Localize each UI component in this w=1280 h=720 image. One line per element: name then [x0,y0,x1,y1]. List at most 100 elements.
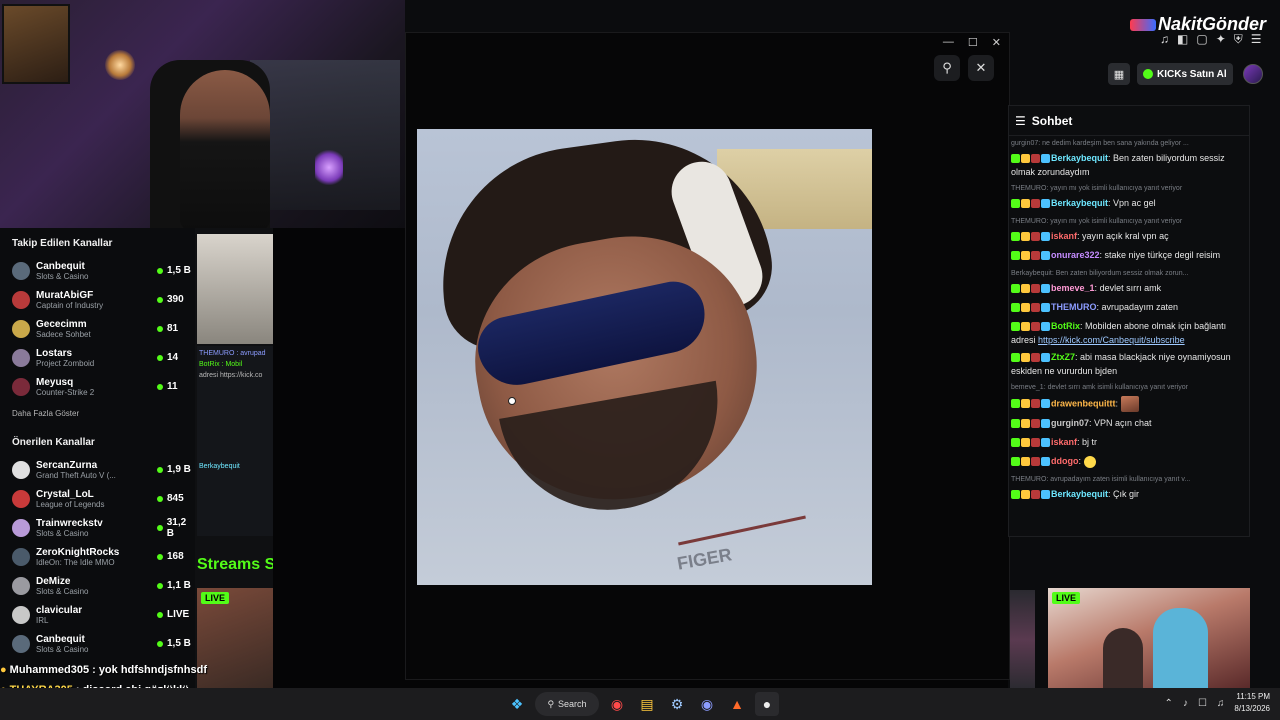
chat-username[interactable]: iskanf [1051,437,1077,447]
chat-username[interactable]: bemeve_1 [1051,283,1095,293]
channel-category: Slots & Casino [36,586,89,596]
channel-row[interactable]: Canbequit Slots & Casino 1,5 B [0,629,195,658]
close-viewer-button[interactable]: ✕ [968,55,994,81]
start-button[interactable]: ❖ [505,692,529,716]
buy-kicks-button[interactable]: KICKs Satın Al [1137,63,1233,85]
channel-text: DeMize Slots & Casino [36,576,157,596]
chat-username[interactable]: ddogo [1051,456,1079,466]
close-window-icon[interactable]: ✕ [992,36,1001,49]
zoom-in-icon: ⚲ [942,60,952,75]
chat-username[interactable]: Berkaybequit [1051,153,1108,163]
volume-icon[interactable]: ♫ [1217,698,1225,709]
badge-icon [1041,232,1050,241]
sidebar-icon[interactable]: ◧ [1177,32,1188,47]
badge-icon [1011,251,1020,260]
wallet-icon[interactable]: ▢ [1196,32,1207,47]
channel-row[interactable]: Lostars Project Zomboid 14 [0,343,195,372]
chat-username[interactable]: BotRix [1051,321,1080,331]
chat-username[interactable]: onurare322 [1051,250,1100,260]
channel-row[interactable]: Crystal_LoL League of Legends 845 [0,484,195,513]
minimize-icon[interactable]: — [943,36,954,48]
reply-context: bemeve_1: devlet sırrı amk isimli kullan… [1011,384,1189,391]
chat-username[interactable]: iskanf [1051,231,1077,241]
live-dot-icon [157,524,163,531]
sparkle-icon[interactable]: ✦ [1216,32,1226,47]
viewer-count-value: 14 [167,352,179,363]
badge-icon [1021,399,1030,409]
stream-thumbnail[interactable] [197,234,273,344]
layout-button[interactable]: ▦ [1108,63,1130,85]
user-avatar[interactable] [1243,64,1263,84]
chat-username[interactable]: gurgin07 [1051,418,1089,428]
file-explorer-icon[interactable]: ▤ [635,692,659,716]
user-badges [1011,399,1051,411]
channel-name: MuratAbiGF [36,289,94,301]
badge-icon [1031,303,1040,312]
live-dot-icon [157,611,163,618]
music-icon[interactable]: ♫ [1160,32,1169,47]
brave-icon[interactable]: ▲ [725,692,749,716]
channel-row[interactable]: Gececimm Sadece Sohbet 81 [0,314,195,343]
maximize-icon[interactable]: ☐ [968,36,978,49]
channel-row[interactable]: Canbequit Slots & Casino 1,5 B [0,256,195,285]
chat-username[interactable]: Berkaybequit [1051,198,1108,208]
channel-row[interactable]: SercanZurna Grand Theft Auto V (... 1,9 B [0,455,195,484]
show-more-link[interactable]: Daha Fazla Göster [0,401,195,427]
badge-icon [1031,199,1040,208]
live-stream-thumbnail-right[interactable]: LIVE [1048,588,1250,688]
channel-text: ZeroKnightRocks IdleOn: The Idle MMO [36,547,157,567]
purple-light [315,150,343,185]
browser-extension-icons: ♫ ◧ ▢ ✦ ⛨ ☰ [1160,32,1262,47]
chat-username[interactable]: ZtxZ7 [1051,352,1075,362]
mini-chat-line: adresi https://kick.co [199,372,263,379]
badge-icon [1031,457,1040,466]
discord-icon[interactable]: ◉ [695,692,719,716]
chat-username[interactable]: drawenbequittt [1051,398,1116,408]
obs-icon[interactable]: ● [755,692,779,716]
badge-icon [1021,419,1030,428]
live-dot-icon [157,267,163,274]
channel-row[interactable]: DeMize Slots & Casino 1,1 B [0,571,195,600]
channel-avatar [12,605,30,624]
taskbar-search[interactable]: ⚲ Search [535,692,599,716]
microphone-icon[interactable]: ♪ [1183,698,1188,709]
channel-row[interactable]: Trainwreckstv Slots & Casino 31,2 B [0,513,195,542]
user-badges [1011,322,1051,334]
live-dot-icon [157,325,163,332]
badge-icon [1011,399,1020,409]
app-icon-red[interactable]: ◉ [605,692,629,716]
chat-link[interactable]: https://kick.com/Canbequit/subscribe [1038,335,1185,345]
steam-icon[interactable]: ⚙ [665,692,689,716]
channel-text: Canbequit Slots & Casino [36,261,157,281]
chat-username[interactable]: Berkaybequit [1051,489,1108,499]
channel-avatar [12,348,30,367]
shirt-logo-text: FIGER [675,544,734,574]
chat-menu-icon[interactable]: ☰ [1015,114,1026,128]
badge-icon [1041,303,1050,312]
clock[interactable]: 11:15 PM 8/13/2026 [1234,691,1270,715]
channel-row[interactable]: clavicular IRL LIVE [0,600,195,629]
channel-avatar [12,634,30,653]
enlarged-photo[interactable]: FIGER [417,129,872,585]
reply-context: THEMURO: yayın mı yok isimli kullanıcıya… [1011,185,1183,192]
live-dot-icon [157,582,163,589]
network-icon[interactable]: ☐ [1198,698,1207,709]
chat-message: Berkaybequit: Vpn ac gel [1009,195,1249,214]
badge-icon [1011,490,1020,499]
badge-icon [1011,303,1020,312]
brand-logo-icon [1129,19,1156,32]
zoom-button[interactable]: ⚲ [934,55,960,81]
overlay-badge-icon: ● [0,664,7,676]
chat-message: iskanf: yayın açık kral vpn aç [1009,228,1249,247]
channel-row[interactable]: Meyusq Counter-Strike 2 11 [0,372,195,401]
channel-row[interactable]: MuratAbiGF Captain of Industry 390 [0,285,195,314]
shield-icon[interactable]: ⛨ [1234,32,1243,47]
chevron-up-icon[interactable]: ⌃ [1165,698,1173,709]
channel-row[interactable]: ZeroKnightRocks IdleOn: The Idle MMO 168 [0,542,195,571]
menu-icon[interactable]: ☰ [1251,32,1262,47]
person-thumbnail [1103,628,1143,688]
chat-username[interactable]: THEMURO [1051,302,1097,312]
badge-icon [1021,490,1030,499]
live-dot-icon [157,296,163,303]
stream-thumbnail-edge[interactable] [1010,590,1035,690]
